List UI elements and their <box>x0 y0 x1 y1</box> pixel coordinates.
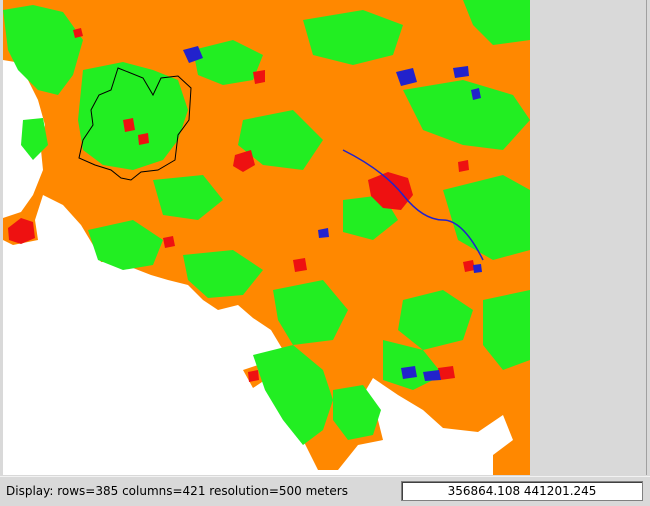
status-bar: Display: rows=385 columns=421 resolution… <box>0 476 650 506</box>
coordinates-readout: 356864.108 441201.245 <box>401 481 643 501</box>
map-display-window: Display: rows=385 columns=421 resolution… <box>0 0 650 506</box>
map-right-margin <box>533 0 646 475</box>
display-info-text: Display: rows=385 columns=421 resolution… <box>6 484 348 498</box>
map-canvas[interactable] <box>3 0 530 475</box>
map-frame <box>3 0 647 475</box>
